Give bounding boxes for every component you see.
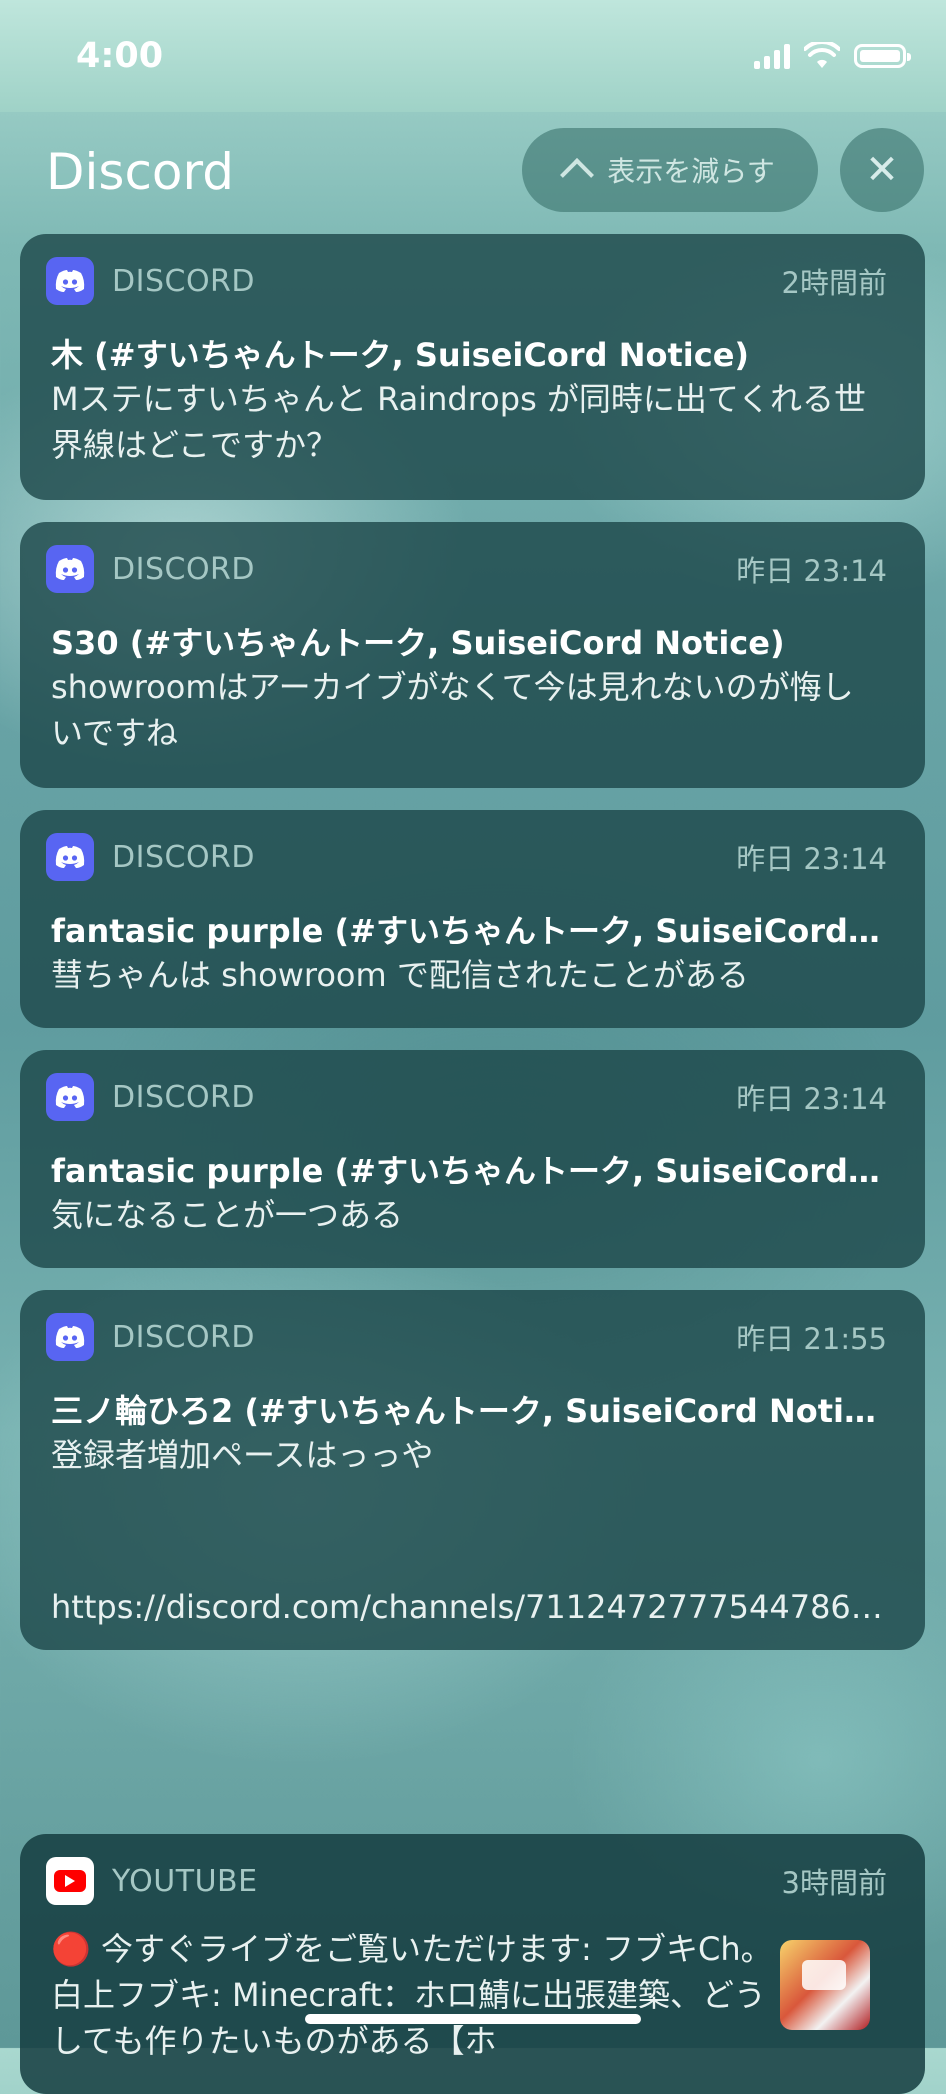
notification-body: 🔴 今すぐライブをご覧いただけます: フブキCh。白上フブキ: Minecraf… xyxy=(51,1930,773,2060)
notification-card[interactable]: DISCORD 昨日 23:14 fantasic purple (#すいちゃん… xyxy=(20,1050,925,1268)
video-thumbnail xyxy=(780,1940,870,2030)
notification-card[interactable]: DISCORD 昨日 23:14 S30 (#すいちゃんトーク, SuiseiC… xyxy=(20,522,925,788)
app-name: DISCORD xyxy=(112,263,255,299)
clear-group-button[interactable]: ✕ xyxy=(840,128,924,212)
discord-app-icon xyxy=(46,833,94,881)
show-less-label: 表示を減らす xyxy=(607,155,775,188)
notification-title: 木 (#すいちゃんトーク, SuiseiCord Notice) xyxy=(51,336,750,374)
discord-app-icon xyxy=(46,1313,94,1361)
discord-app-icon xyxy=(46,257,94,305)
notification-title: S30 (#すいちゃんトーク, SuiseiCord Notice) xyxy=(51,624,785,662)
youtube-app-icon xyxy=(46,1857,94,1905)
home-indicator[interactable] xyxy=(305,2014,641,2024)
notification-time: 2時間前 xyxy=(781,266,887,300)
notification-group-title: Discord xyxy=(46,143,234,201)
notification-card[interactable]: DISCORD 昨日 23:14 fantasic purple (#すいちゃん… xyxy=(20,810,925,1028)
status-bar: 4:00 xyxy=(0,0,946,112)
notification-body: Mステにすいちゃんと Raindrops が同時に出てくれる世界線はどこですか？ xyxy=(51,380,866,464)
notification-time: 昨日 21:55 xyxy=(736,1322,887,1356)
notification-card[interactable]: DISCORD 昨日 21:55 三ノ輪ひろ2 (#すいちゃんトーク, Suis… xyxy=(20,1290,925,1650)
notification-time: 昨日 23:14 xyxy=(736,842,887,876)
close-icon: ✕ xyxy=(865,147,899,193)
notification-time: 昨日 23:14 xyxy=(736,1082,887,1116)
notification-title: fantasic purple (#すいちゃんトーク, SuiseiCord N… xyxy=(51,1152,885,1190)
app-name: DISCORD xyxy=(112,1079,255,1115)
notification-body: showroomはアーカイブがなくて今は見れないのが悔しいですね xyxy=(51,668,854,752)
notification-body: 登録者増加ペースはっっや xyxy=(51,1436,434,1474)
notification-card[interactable]: DISCORD 2時間前 木 (#すいちゃんトーク, SuiseiCord No… xyxy=(20,234,925,500)
notification-title: fantasic purple (#すいちゃんトーク, SuiseiCord N… xyxy=(51,912,885,950)
app-name: YOUTUBE xyxy=(112,1863,258,1899)
chevron-up-icon xyxy=(560,158,595,192)
clock: 4:00 xyxy=(76,36,164,76)
discord-app-icon xyxy=(46,1073,94,1121)
app-name: DISCORD xyxy=(112,1319,255,1355)
wifi-icon xyxy=(804,42,840,68)
notification-title: 三ノ輪ひろ2 (#すいちゃんトーク, SuiseiCord Notice) xyxy=(51,1392,885,1430)
cellular-signal-icon xyxy=(754,43,790,69)
notification-time: 昨日 23:14 xyxy=(736,554,887,588)
battery-icon xyxy=(854,44,911,68)
discord-app-icon xyxy=(46,545,94,593)
app-name: DISCORD xyxy=(112,839,255,875)
notification-time: 3時間前 xyxy=(781,1866,887,1900)
show-less-button[interactable]: 表示を減らす xyxy=(522,128,818,212)
notification-body: 気になることが一つある xyxy=(51,1196,404,1234)
notification-body: 彗ちゃんは showroom で配信されたことがある xyxy=(51,956,749,994)
notification-link: https://discord.com/channels/71124727775… xyxy=(51,1588,885,1626)
status-icons xyxy=(754,42,911,70)
app-name: DISCORD xyxy=(112,551,255,587)
